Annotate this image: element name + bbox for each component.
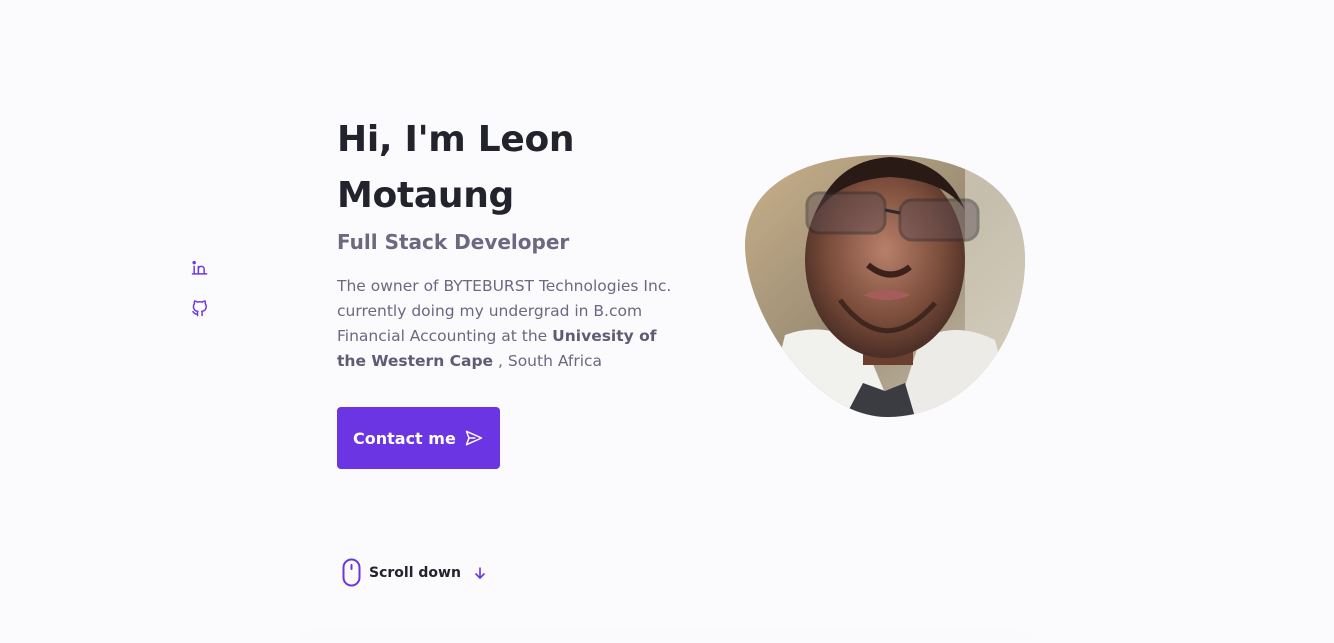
hero-title: Hi, I'm Leon Motaung — [337, 112, 697, 224]
arrow-down-icon — [475, 566, 485, 579]
desc-text-2: , South Africa — [493, 352, 603, 370]
hero-title-line1: Hi, I'm Leon — [337, 119, 575, 160]
scroll-down-link[interactable]: Scroll down — [342, 558, 487, 587]
social-links — [190, 258, 210, 318]
scroll-down-label: Scroll down — [369, 564, 461, 581]
send-icon — [465, 430, 483, 446]
contact-me-button[interactable]: Contact me — [337, 407, 500, 469]
github-link[interactable] — [190, 298, 210, 318]
contact-me-label: Contact me — [353, 428, 456, 448]
profile-photo — [745, 155, 1025, 417]
github-icon — [192, 300, 207, 317]
mouse-icon — [342, 558, 361, 587]
linkedin-icon — [191, 260, 208, 275]
hero-subtitle: Full Stack Developer — [337, 230, 570, 254]
hero-description: The owner of BYTEBURST Technologies Inc.… — [337, 274, 677, 374]
profile-blob — [745, 155, 1025, 417]
hero-title-line2: Motaung — [337, 175, 514, 216]
linkedin-link[interactable] — [190, 258, 210, 278]
hero-intro: Hi, I'm Leon Motaung Full Stack Develope… — [337, 112, 697, 469]
